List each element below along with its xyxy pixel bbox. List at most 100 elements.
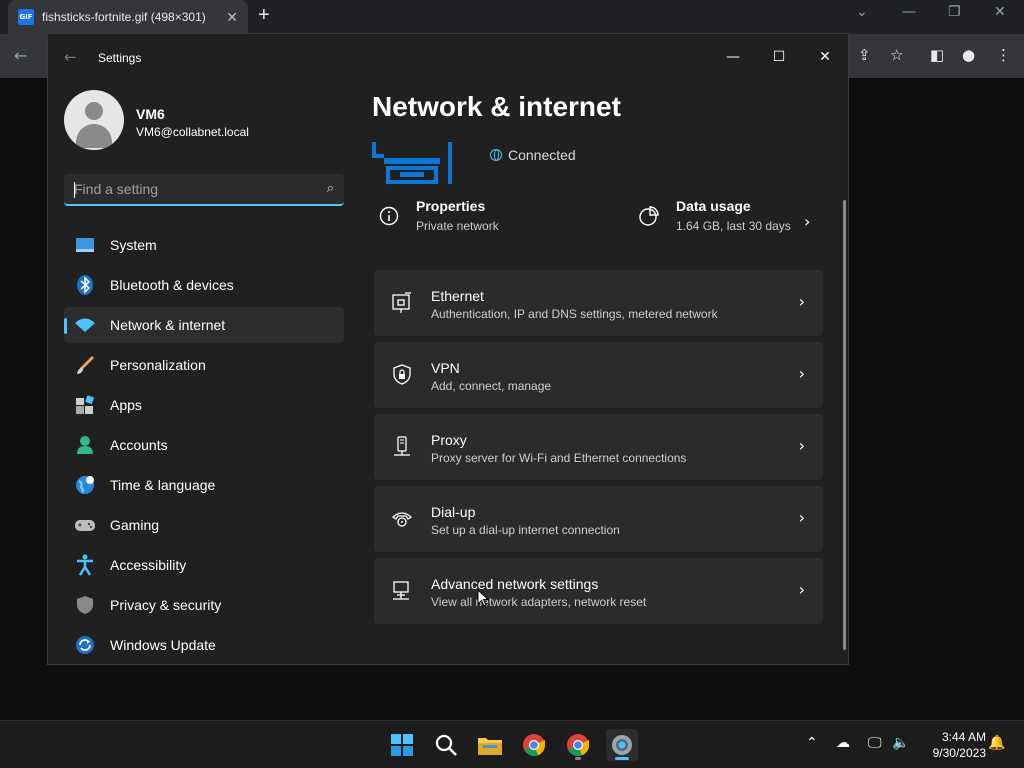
search-box[interactable]: ⌕ [64,174,344,206]
running-indicator [575,757,581,760]
browser-back-icon[interactable]: ← [14,46,27,65]
onedrive-icon[interactable]: ☁ [836,735,850,751]
connection-status-text: Connected [508,147,576,163]
network-cards: Ethernet Authentication, IP and DNS sett… [374,270,823,630]
properties-row: Properties Private network Data usage 1.… [372,198,822,248]
clock-date: 9/30/2023 [932,746,986,760]
new-tab-button[interactable]: + [258,4,270,27]
chevron-right-icon: › [798,508,805,527]
search-button[interactable] [430,729,462,761]
nav-item-time-language[interactable]: Time & language [64,467,344,503]
nav-label: Personalization [110,357,206,373]
chrome-open-button[interactable] [562,729,594,761]
globe-icon [490,149,502,161]
properties-title: Properties [416,198,486,214]
card-advanced-network[interactable]: Advanced network settings View all netwo… [374,558,823,624]
clock[interactable]: 3:44 AM 9/30/2023 [918,729,986,761]
browser-tab-bar: GIF fishsticks-fortnite.gif (498×301) ✕ … [0,0,1024,34]
apps-icon [74,394,96,416]
minimize-button[interactable]: — [710,42,756,72]
show-hidden-icons[interactable]: ⌃ [806,735,818,751]
avatar[interactable] [64,90,124,150]
nav-item-accessibility[interactable]: Accessibility [64,547,344,583]
nav-item-gaming[interactable]: Gaming [64,507,344,543]
browser-tab[interactable]: GIF fishsticks-fortnite.gif (498×301) ✕ [8,0,248,34]
settings-taskbar-button[interactable] [606,729,638,761]
nav-label: Privacy & security [110,597,222,613]
network-tray-icon[interactable]: 🖵 [868,735,882,751]
browser-restore-icon[interactable]: ❐ [948,4,961,20]
card-proxy[interactable]: Proxy Proxy server for Wi-Fi and Etherne… [374,414,823,480]
chevron-right-icon: › [798,436,805,455]
tab-search-icon[interactable]: ⌄ [856,4,868,20]
share-icon[interactable]: ⇪ [858,46,871,64]
search-input[interactable] [74,174,314,204]
file-explorer-button[interactable] [474,729,506,761]
chrome-button[interactable] [518,729,550,761]
active-indicator [615,757,629,760]
chrome-icon [567,734,590,757]
settings-window: ← Settings — ☐ ✕ VM6 VM6@collabnet.local… [47,33,849,665]
windows-logo-icon [391,734,413,756]
card-vpn[interactable]: VPN Add, connect, manage › [374,342,823,408]
browser-minimize-icon[interactable]: — [902,4,916,20]
bookmark-star-icon[interactable]: ☆ [890,46,903,64]
browser-menu-icon[interactable]: ⋮ [996,46,1011,64]
nav-label: Windows Update [110,637,216,653]
taskbar-search-icon [435,734,457,756]
dialup-icon [390,507,414,531]
notification-bell-icon[interactable]: 🔔 [988,735,1005,751]
nav-label: Gaming [110,517,160,533]
card-subtitle: View all network adapters, network reset [431,595,647,609]
back-arrow-icon[interactable]: ← [64,48,77,66]
close-button[interactable]: ✕ [802,42,848,72]
nav-item-personalization[interactable]: Personalization [64,347,344,383]
nav-item-windows-update[interactable]: Windows Update [64,627,344,663]
nav-item-apps[interactable]: Apps [64,387,344,423]
side-panel-icon[interactable]: ◧ [930,46,944,64]
gif-file-icon: GIF [18,9,34,25]
properties-link[interactable]: Properties Private network [378,198,499,233]
ethernet-router-icon [372,140,454,186]
card-title: Proxy [431,432,467,448]
close-tab-icon[interactable]: ✕ [226,9,238,26]
browser-tab-title: fishsticks-fortnite.gif (498×301) [42,10,206,24]
ethernet-icon [390,291,414,315]
chevron-right-icon[interactable]: › [804,212,810,231]
browser-close-icon[interactable]: ✕ [994,4,1006,20]
card-title: VPN [431,360,460,376]
chevron-right-icon: › [798,292,805,311]
profile-icon[interactable]: ● [962,46,975,64]
search-icon[interactable]: ⌕ [327,181,334,196]
card-subtitle: Add, connect, manage [431,379,552,393]
nav-item-network[interactable]: Network & internet [64,307,344,343]
card-subtitle: Set up a dial-up internet connection [431,523,620,537]
bluetooth-icon [74,274,96,296]
data-usage-link[interactable]: Data usage 1.64 GB, last 30 days [638,198,791,233]
advanced-network-icon [390,579,414,603]
nav-item-privacy[interactable]: Privacy & security [64,587,344,623]
settings-titlebar: ← Settings — ☐ ✕ [48,34,848,82]
clock-time: 3:44 AM [941,730,986,744]
info-icon [378,205,400,227]
nav-label: Network & internet [110,317,226,333]
folder-icon [478,738,502,755]
card-ethernet[interactable]: Ethernet Authentication, IP and DNS sett… [374,270,823,336]
start-button[interactable] [386,729,418,761]
page-title: Network & internet [372,91,621,122]
scrollbar[interactable] [843,200,846,650]
maximize-button[interactable]: ☐ [756,42,802,72]
volume-icon[interactable]: 🔈 [892,735,909,751]
nav-label: System [110,237,157,253]
nav-item-accounts[interactable]: Accounts [64,427,344,463]
gamepad-icon [74,514,96,536]
nav-list: System Bluetooth & devices Network & int… [64,227,344,664]
user-name: VM6 [136,106,165,122]
text-caret [74,182,75,198]
nav-item-bluetooth[interactable]: Bluetooth & devices [64,267,344,303]
card-dialup[interactable]: Dial-up Set up a dial-up internet connec… [374,486,823,552]
shield-icon [74,594,96,616]
data-usage-title: Data usage [676,198,751,214]
nav-label: Accessibility [110,557,187,573]
nav-item-system[interactable]: System [64,227,344,263]
